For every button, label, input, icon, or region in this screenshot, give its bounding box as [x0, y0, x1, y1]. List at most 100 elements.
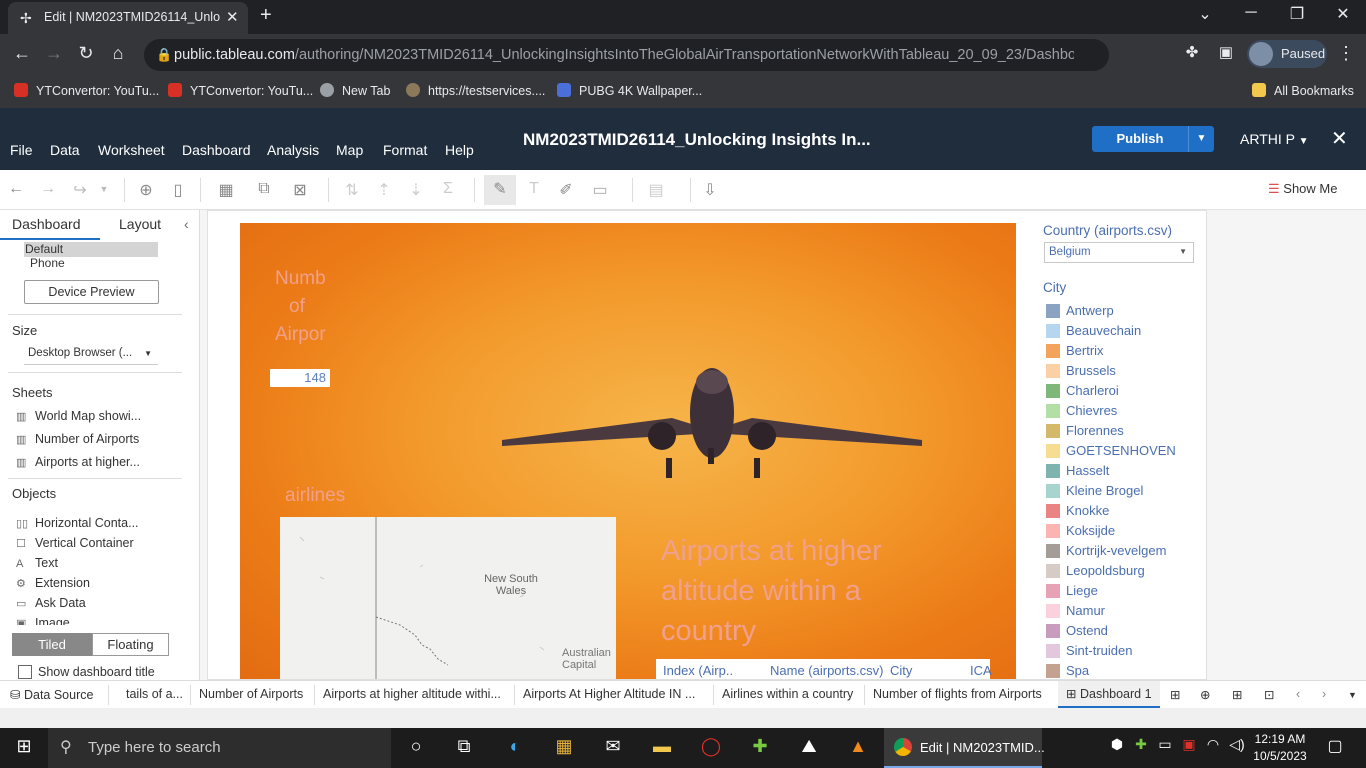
object-horizontal-container[interactable]: ▯▯ Horizontal Conta...: [16, 516, 139, 530]
col-header-icao[interactable]: ICA: [970, 663, 992, 678]
device-phone[interactable]: Phone: [30, 256, 65, 270]
swap-icon[interactable]: ⇅: [340, 180, 364, 200]
new-story-icon[interactable]: ⊡: [1264, 687, 1274, 702]
publish-dropdown-icon[interactable]: ▼: [1188, 126, 1214, 152]
sort-desc-icon[interactable]: ⇣: [404, 180, 428, 200]
cortana-icon[interactable]: ○: [403, 736, 429, 760]
labels-icon[interactable]: T: [522, 180, 546, 198]
task-view-icon[interactable]: ⧉: [451, 736, 477, 760]
browser-tab[interactable]: ✢ Edit | NM2023TMID26114_Unloc ✕: [8, 2, 248, 34]
floating-toggle[interactable]: Floating: [92, 633, 169, 656]
device-default[interactable]: Default: [24, 242, 158, 257]
tab-data-source[interactable]: ⛁ Data Source: [10, 687, 93, 702]
forward-icon[interactable]: →: [42, 43, 66, 64]
new-dashboard-icon[interactable]: ⊞: [1232, 687, 1242, 702]
show-me-button[interactable]: ☰ Show Me: [1268, 181, 1337, 197]
country-filter-dropdown[interactable]: Belgium ▼: [1044, 242, 1194, 263]
reload-icon[interactable]: ↻: [74, 43, 98, 64]
totals-icon[interactable]: Σ: [436, 180, 460, 198]
presentation-icon[interactable]: ▤: [644, 180, 668, 200]
chevron-down-icon[interactable]: ▼: [92, 184, 116, 194]
undo-icon[interactable]: ←: [4, 180, 28, 198]
sheet-item[interactable]: ▥ Airports at higher...: [16, 455, 140, 469]
sheet-item[interactable]: ▥ Number of Airports: [16, 432, 139, 446]
wifi-icon[interactable]: ◠: [1200, 736, 1226, 760]
mail-icon[interactable]: ✉: [600, 736, 626, 760]
menu-map[interactable]: Map: [336, 142, 363, 158]
sheet-tab[interactable]: Number of flights from Airports: [873, 687, 1042, 701]
sheet-tab-active[interactable]: ⊞ Dashboard 1: [1058, 681, 1160, 708]
back-icon[interactable]: ←: [10, 43, 34, 64]
bookmark-item[interactable]: YTConvertor: YouTu...: [14, 83, 159, 98]
new-sheet-icon[interactable]: ▦: [214, 180, 238, 200]
address-bar[interactable]: 🔒 public.tableau.com/authoring/NM2023TMI…: [144, 39, 1109, 71]
format-icon[interactable]: ✐: [554, 180, 578, 200]
col-header-name[interactable]: Name (airports.csv): [770, 663, 883, 678]
tab-search-icon[interactable]: ⌄: [1190, 4, 1220, 24]
new-worksheet-icon[interactable]: ⊕: [1200, 687, 1210, 702]
tray-app-icon[interactable]: ⬢: [1104, 736, 1130, 760]
sheet-item[interactable]: ▥ World Map showi...: [16, 409, 141, 423]
menu-data[interactable]: Data: [50, 142, 80, 158]
scroll-left-icon[interactable]: ‹: [1296, 687, 1300, 701]
taskbar-clock[interactable]: 12:19 AM 10/5/2023: [1252, 731, 1308, 765]
all-bookmarks[interactable]: All Bookmarks: [1252, 83, 1354, 98]
sheet-tab[interactable]: Airports at higher altitude withi...: [323, 687, 501, 701]
highlight-icon[interactable]: ✎: [484, 175, 516, 205]
publish-button[interactable]: Publish ▼: [1092, 126, 1214, 152]
extensions-icon[interactable]: ✤: [1180, 43, 1204, 61]
device-preview-button[interactable]: Device Preview: [24, 280, 159, 304]
notifications-icon[interactable]: ▢: [1322, 736, 1348, 760]
object-image[interactable]: ▣ Image: [16, 616, 70, 625]
bookmark-item[interactable]: PUBG 4K Wallpaper...: [557, 83, 702, 98]
object-ask-data[interactable]: ▭ Ask Data: [16, 596, 86, 610]
sheet-tab[interactable]: Airports At Higher Altitude IN ...: [523, 687, 695, 701]
battery-icon[interactable]: ▭: [1152, 736, 1178, 760]
redo-icon[interactable]: →: [36, 180, 60, 198]
new-tab-button[interactable]: +: [260, 4, 272, 27]
profile-button[interactable]: Paused: [1247, 40, 1327, 68]
menu-help[interactable]: Help: [445, 142, 474, 158]
object-extension[interactable]: ⚙ Extension: [16, 576, 90, 590]
new-datasource-icon[interactable]: ⊕: [134, 180, 158, 200]
vlc-icon[interactable]: ▲: [845, 736, 871, 760]
opera-icon[interactable]: ◯: [698, 736, 724, 760]
close-window-button[interactable]: ✕: [1328, 4, 1358, 24]
sheet-tab[interactable]: tails of a...: [126, 687, 183, 701]
object-text[interactable]: A Text: [16, 556, 58, 570]
download-icon[interactable]: ⇩: [698, 180, 722, 200]
sheet-tab[interactable]: Number of Airports: [199, 687, 303, 701]
duplicate-sheet-icon[interactable]: ⧉: [252, 180, 276, 198]
menu-analysis[interactable]: Analysis: [267, 142, 319, 158]
app-icon[interactable]: ✚: [747, 736, 773, 760]
close-tab-icon[interactable]: ✕: [226, 8, 239, 26]
minimize-button[interactable]: ─: [1236, 4, 1266, 22]
tray-app-icon[interactable]: ✚: [1128, 736, 1154, 760]
col-header-city[interactable]: City: [890, 663, 912, 678]
maximize-button[interactable]: ❐: [1282, 4, 1312, 24]
pause-updates-icon[interactable]: ▯: [166, 180, 190, 200]
bookmark-item[interactable]: New Tab: [320, 83, 390, 98]
tray-app-icon[interactable]: ▣: [1176, 736, 1202, 760]
taskbar-search[interactable]: ⚲ Type here to search: [48, 728, 391, 768]
menu-worksheet[interactable]: Worksheet: [98, 142, 165, 158]
tiled-toggle[interactable]: Tiled: [12, 633, 92, 656]
sort-asc-icon[interactable]: ⇡: [372, 180, 396, 200]
store-icon[interactable]: ▦: [551, 736, 577, 760]
user-menu[interactable]: ARTHI P ▼: [1240, 131, 1309, 147]
side-panel-icon[interactable]: ▣: [1214, 43, 1238, 61]
show-title-checkbox[interactable]: [18, 665, 32, 679]
menu-format[interactable]: Format: [383, 142, 427, 158]
fit-icon[interactable]: ▭: [588, 180, 612, 200]
home-icon[interactable]: ⌂: [106, 43, 130, 64]
menu-dashboard[interactable]: Dashboard: [182, 142, 251, 158]
clear-sheet-icon[interactable]: ⊠: [288, 180, 312, 200]
size-select[interactable]: Desktop Browser (... ▼: [24, 347, 158, 365]
close-editor-icon[interactable]: ✕: [1331, 126, 1348, 151]
sheet-tab[interactable]: Airlines within a country: [722, 687, 853, 701]
bookmark-item[interactable]: YTConvertor: YouTu...: [168, 83, 313, 98]
file-explorer-icon[interactable]: ▬: [649, 736, 675, 760]
tab-dashboard[interactable]: Dashboard: [12, 216, 81, 232]
scroll-right-icon[interactable]: ›: [1322, 687, 1326, 701]
airlines-map[interactable]: New South Wales Australian Capital: [280, 517, 616, 679]
